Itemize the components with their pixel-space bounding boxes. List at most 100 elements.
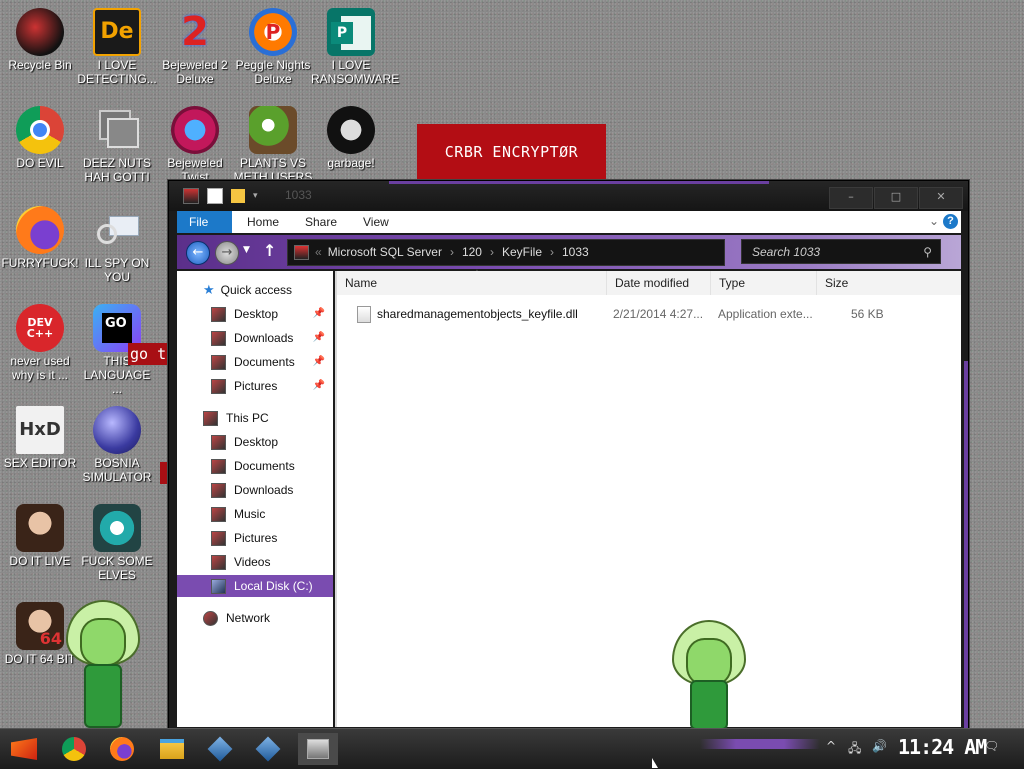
- taskbar-firefox[interactable]: [102, 733, 142, 765]
- desktop-icon-do-it-live[interactable]: DO IT LIVE: [0, 504, 80, 568]
- crbr-encryptor-banner[interactable]: CRBR ENCRYPTØR: [417, 124, 606, 180]
- pin-icon[interactable]: 📌: [313, 351, 325, 373]
- address-bar[interactable]: « Microsoft SQL Server › 120 › KeyFile › 1033: [287, 239, 725, 266]
- search-icon[interactable]: ⚲: [923, 240, 932, 265]
- file-row[interactable]: sharedmanagementobjects_keyfile.dll 2/21…: [337, 303, 961, 325]
- nav-quick-pictures[interactable]: Pictures 📌: [177, 375, 333, 397]
- desktop-icon-recycle-bin[interactable]: Recycle Bin: [0, 8, 80, 72]
- start-button[interactable]: [4, 733, 44, 765]
- maximize-button[interactable]: □: [874, 187, 918, 209]
- desktop-icon-sex-editor[interactable]: HxD SEX EDITOR: [0, 406, 80, 470]
- desktop-icon-bosnia-simulator[interactable]: BOSNIA SIMULATOR: [77, 406, 157, 484]
- nav-pc-music[interactable]: Music: [177, 503, 333, 525]
- nav-pc-videos[interactable]: Videos: [177, 551, 333, 573]
- taskbar-file-explorer[interactable]: [152, 733, 192, 765]
- breadcrumb-item[interactable]: 1033: [562, 240, 589, 265]
- file-explorer-window[interactable]: ▾ 1033 – □ ✕ File Home Share View ⌄ ? ← …: [168, 180, 969, 730]
- breadcrumb-item[interactable]: Microsoft SQL Server: [328, 240, 442, 265]
- breadcrumb-item[interactable]: KeyFile: [502, 240, 542, 265]
- tab-view[interactable]: View: [351, 211, 401, 233]
- desktop-icon-furryfuck[interactable]: FURRYFUCK!: [0, 206, 80, 270]
- ribbon-tabs: File Home Share View ⌄ ?: [177, 211, 961, 233]
- bejeweled-2-icon: 2: [181, 9, 209, 55]
- help-icon[interactable]: ?: [943, 214, 958, 229]
- nav-label: Quick access: [220, 283, 293, 297]
- pin-icon[interactable]: 📌: [313, 327, 325, 349]
- tray-overflow-icon[interactable]: ^: [826, 739, 836, 753]
- volume-icon[interactable]: 🔊: [872, 739, 887, 753]
- pin-icon[interactable]: 📌: [313, 303, 325, 325]
- nav-label: Documents: [234, 355, 295, 369]
- desktop-folder-icon: [211, 435, 226, 451]
- taskbar-chrome[interactable]: [54, 733, 94, 765]
- plants-icon: [249, 106, 297, 154]
- nav-label: Pictures: [234, 531, 278, 545]
- clock[interactable]: 11:24 AM: [898, 735, 987, 759]
- notifications-icon[interactable]: 🗨: [984, 739, 999, 753]
- minimize-button[interactable]: –: [829, 187, 873, 209]
- breadcrumb-chevron-icon[interactable]: ›: [450, 245, 454, 259]
- nav-pc-pictures[interactable]: Pictures: [177, 527, 333, 549]
- desktop-icon-devcpp[interactable]: DEV C++ never used why is it ...: [0, 304, 80, 382]
- nav-quick-desktop[interactable]: Desktop 📌: [177, 303, 333, 325]
- title-bar[interactable]: ▾ 1033 – □ ✕: [169, 181, 968, 211]
- desktop-icon-label: Bejeweled 2 Deluxe: [162, 58, 228, 86]
- nav-pc-documents[interactable]: Documents: [177, 455, 333, 477]
- tab-file[interactable]: File: [177, 211, 232, 233]
- column-header-type[interactable]: Type: [711, 271, 817, 295]
- virtualbox-icon: [207, 736, 233, 762]
- taskbar-virtualbox-1[interactable]: [200, 733, 240, 765]
- nav-pc-downloads[interactable]: Downloads: [177, 479, 333, 501]
- pin-icon[interactable]: 📌: [313, 375, 325, 397]
- taskbar-virtualbox-2[interactable]: [248, 733, 288, 765]
- desktop-icon-deez-nuts[interactable]: DEEZ NUTS HAH GOTTI: [77, 106, 157, 184]
- hxd-icon: HxD: [16, 406, 64, 454]
- file-list: ▲ Name Date modified Type Size sharedman…: [337, 267, 961, 727]
- desktop-icon-plants-vs-meth-users[interactable]: PLANTS VS METH USERS: [233, 106, 313, 184]
- nav-pc-desktop[interactable]: Desktop: [177, 431, 333, 453]
- search-input[interactable]: Search 1033 ⚲: [741, 239, 941, 264]
- desktop-icon-bejeweled-twist[interactable]: Bejeweled Twist: [155, 106, 235, 184]
- desktop-icon-peggle-nights[interactable]: P Peggle Nights Deluxe: [233, 8, 313, 86]
- close-button[interactable]: ✕: [919, 187, 963, 209]
- downloads-folder-icon: [211, 331, 226, 347]
- breadcrumb-chevron-icon[interactable]: ›: [550, 245, 554, 259]
- desktop-icon-i-love-detecting[interactable]: De I LOVE DETECTING...: [77, 8, 157, 86]
- nav-label: Videos: [234, 555, 271, 569]
- breadcrumb-overflow[interactable]: «: [315, 245, 322, 259]
- expand-ribbon-icon[interactable]: ⌄: [929, 214, 939, 228]
- recent-locations-icon[interactable]: ▼: [243, 245, 250, 255]
- start-icon: [11, 738, 37, 760]
- forward-button[interactable]: →: [215, 241, 239, 265]
- tab-home[interactable]: Home: [235, 211, 291, 233]
- nav-quick-downloads[interactable]: Downloads 📌: [177, 327, 333, 349]
- tab-share[interactable]: Share: [293, 211, 349, 233]
- desktop-icon-do-evil[interactable]: DO EVIL: [0, 106, 80, 170]
- desktop-icon-garbage[interactable]: garbage!: [311, 106, 391, 170]
- quick-access-toolbar: ▾: [183, 188, 261, 204]
- desktop-icon-i-love-ransomware[interactable]: P I LOVE RANSOMWARE: [311, 8, 399, 86]
- network-tray-icon[interactable]: 🖧: [848, 739, 861, 760]
- new-folder-icon[interactable]: [231, 189, 245, 203]
- column-header-date[interactable]: Date modified: [607, 271, 711, 295]
- nav-this-pc[interactable]: This PC: [177, 407, 333, 429]
- window-accent-edge: [964, 361, 968, 729]
- taskbar-explorer-window[interactable]: [298, 733, 338, 765]
- back-button[interactable]: ←: [186, 241, 210, 265]
- desktop-icon-fuck-some-elves[interactable]: FUCK SOME ELVES: [77, 504, 157, 582]
- nav-network[interactable]: Network: [177, 607, 333, 629]
- chevron-down-icon[interactable]: ▾: [253, 189, 261, 203]
- properties-icon[interactable]: [207, 188, 223, 204]
- breadcrumb-chevron-icon[interactable]: ›: [490, 245, 494, 259]
- badge-64: 64: [39, 629, 62, 648]
- up-button[interactable]: ↑: [263, 241, 276, 260]
- desktop-icon-bejeweled-2[interactable]: 2 Bejeweled 2 Deluxe: [155, 8, 235, 86]
- column-header-size[interactable]: Size: [817, 271, 961, 295]
- nav-quick-documents[interactable]: Documents 📌: [177, 351, 333, 373]
- breadcrumb-item[interactable]: 120: [462, 240, 482, 265]
- desktop-icon-ill-spy-on-you[interactable]: ILL SPY ON YOU: [77, 206, 157, 284]
- nav-quick-access[interactable]: ★ Quick access: [177, 279, 333, 301]
- nav-local-disk[interactable]: Local Disk (C:): [177, 575, 333, 597]
- app-icon[interactable]: [183, 188, 199, 204]
- column-header-name[interactable]: Name: [337, 271, 607, 295]
